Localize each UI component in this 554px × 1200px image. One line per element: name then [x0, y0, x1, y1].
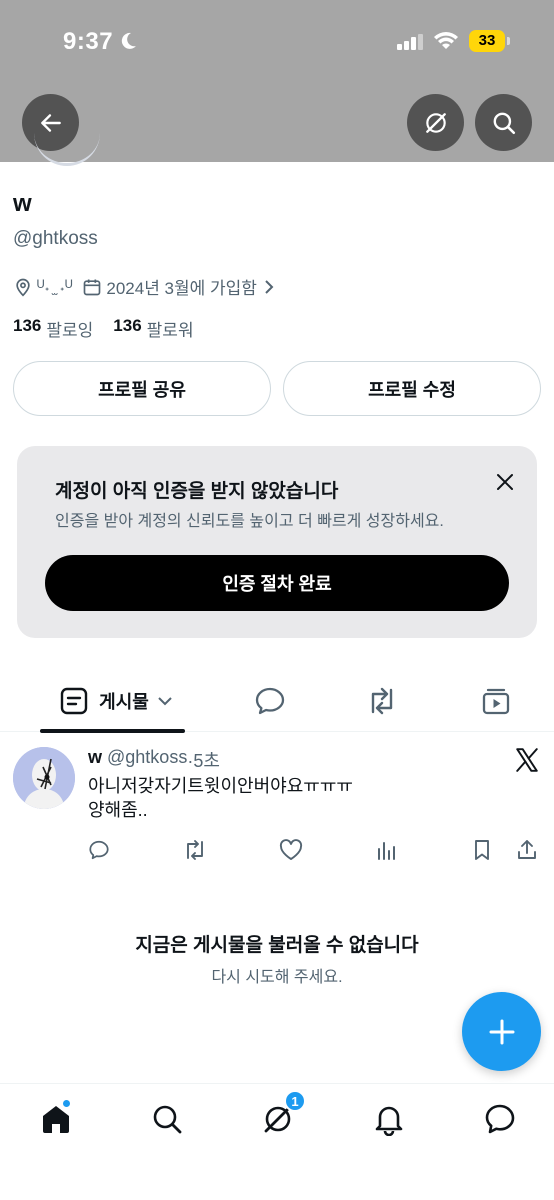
- share-icon[interactable]: [516, 839, 538, 861]
- profile-name: w: [13, 190, 32, 217]
- load-error-subtitle[interactable]: 다시 시도해 주세요.: [0, 963, 554, 987]
- like-icon[interactable]: [279, 839, 303, 861]
- verification-subtitle: 인증을 받아 계정의 신뢰도를 높이고 더 빠르게 성장하세요.: [55, 513, 444, 530]
- tab-posts-label: 게시물: [99, 692, 149, 712]
- grok-badge: 1: [284, 1090, 306, 1112]
- load-error: 지금은 게시물을 불러올 수 없습니다 다시 시도해 주세요.: [0, 930, 554, 987]
- location-icon: [16, 278, 30, 297]
- repost-icon: [371, 687, 393, 715]
- home-notification-dot: [62, 1099, 71, 1108]
- load-error-title: 지금은 게시물을 불러올 수 없습니다: [135, 935, 419, 956]
- close-icon[interactable]: [493, 470, 517, 494]
- views-icon[interactable]: [375, 839, 397, 861]
- following-count[interactable]: 136: [13, 316, 41, 341]
- tweet-text: 아니저갖자기트윗이안버야요ㅠㅠㅠ 양해좀..: [88, 774, 353, 822]
- media-icon: [482, 688, 510, 715]
- compose-button[interactable]: [462, 992, 541, 1071]
- calendar-icon: [84, 279, 101, 295]
- wifi-icon: [434, 32, 458, 49]
- edit-profile-button[interactable]: 프로필 수정: [283, 361, 541, 416]
- nav-home[interactable]: [39, 1099, 73, 1136]
- reply-icon[interactable]: [88, 839, 110, 861]
- tweet-header: w @ghtkoss ·5초: [88, 747, 220, 773]
- nav-search[interactable]: [150, 1102, 184, 1136]
- nav-messages[interactable]: [483, 1102, 517, 1136]
- tab-posts[interactable]: 게시물: [30, 670, 202, 732]
- tweet-avatar[interactable]: [13, 747, 75, 809]
- signal-icon: [397, 34, 423, 50]
- battery-indicator: 33: [469, 30, 505, 52]
- verify-button[interactable]: 인증 절차 완료: [45, 555, 509, 611]
- battery-tip: [507, 37, 510, 45]
- bookmark-icon[interactable]: [471, 839, 493, 861]
- search-icon: [153, 1105, 182, 1134]
- tab-reposts[interactable]: [352, 670, 412, 732]
- grok-button[interactable]: [407, 94, 464, 151]
- status-time: 9:37: [63, 28, 114, 55]
- tab-replies[interactable]: [240, 670, 300, 732]
- tweet-text-line: 양해좀..: [88, 800, 148, 820]
- tab-media[interactable]: [466, 670, 526, 732]
- tweet-actions: [88, 839, 543, 863]
- nav-grok[interactable]: 1: [261, 1090, 306, 1136]
- grok-icon: [425, 112, 446, 133]
- posts-icon: [60, 687, 88, 715]
- profile-handle: @ghtkoss: [13, 228, 98, 249]
- plus-icon: [489, 1019, 514, 1044]
- tweet-text-line: 아니저갖자기트윗이안버야요ㅠㅠㅠ: [88, 776, 353, 796]
- status-bar: 9:37 33: [0, 22, 554, 62]
- follow-stats: 136 팔로잉 136 팔로워: [13, 316, 194, 341]
- nav-notifications[interactable]: [372, 1102, 406, 1137]
- bottom-nav: 1: [0, 1083, 554, 1200]
- profile-meta: ᵁ˖ ̫ ˖ᵁ 2024년 3월에 가입함: [13, 274, 275, 299]
- moon-icon: [121, 32, 136, 49]
- tweet-time: ·5초: [187, 751, 220, 771]
- search-button[interactable]: [475, 94, 532, 151]
- verification-title: 계정이 아직 인증을 받지 않았습니다: [55, 481, 339, 502]
- reply-icon: [255, 687, 285, 715]
- following-label[interactable]: 팔로잉: [46, 316, 93, 341]
- bell-icon: [375, 1106, 403, 1137]
- x-logo-icon[interactable]: [514, 747, 540, 773]
- chevron-right-icon: [265, 279, 274, 294]
- verification-card: 계정이 아직 인증을 받지 않았습니다 인증을 받아 계정의 신뢰도를 높이고 …: [17, 446, 537, 638]
- profile-location: ᵁ˖ ̫ ˖ᵁ: [37, 276, 73, 296]
- tweet-author-name[interactable]: w: [88, 747, 102, 773]
- profile-joined[interactable]: 2024년 3월에 가입함: [106, 274, 257, 299]
- followers-label[interactable]: 팔로워: [147, 316, 194, 341]
- search-icon: [493, 112, 515, 134]
- tweet-author-handle[interactable]: @ghtkoss: [107, 747, 187, 773]
- tweet[interactable]: w @ghtkoss ·5초 아니저갖자기트윗이안버야요ㅠㅠㅠ 양해좀..: [0, 733, 554, 873]
- followers-count[interactable]: 136: [113, 316, 141, 341]
- chevron-down-icon: [158, 697, 172, 706]
- repost-icon[interactable]: [183, 839, 207, 861]
- profile-tabs: 게시물: [0, 670, 554, 733]
- share-profile-button[interactable]: 프로필 공유: [13, 361, 271, 416]
- message-icon: [485, 1104, 515, 1134]
- avatar-image: [13, 747, 75, 809]
